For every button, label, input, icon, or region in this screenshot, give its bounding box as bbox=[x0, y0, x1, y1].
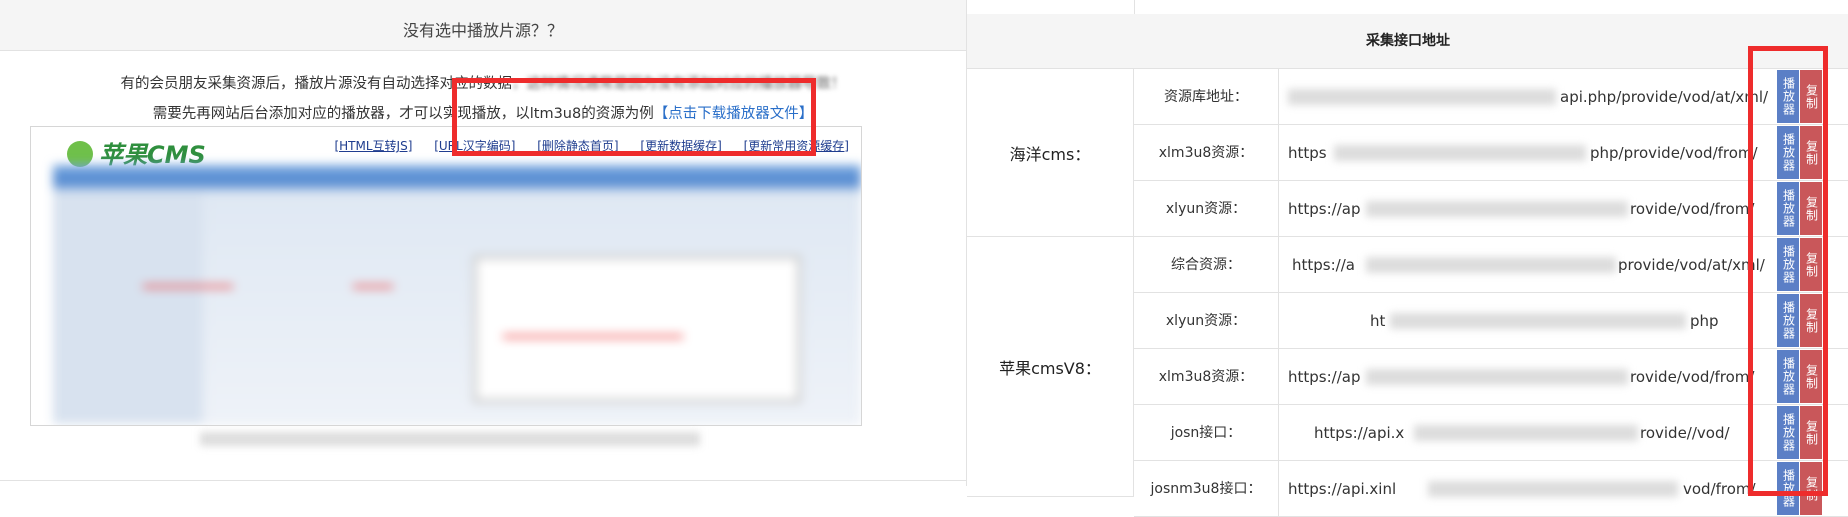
screenshot-sidebar bbox=[53, 193, 203, 423]
top-strip bbox=[967, 0, 1848, 15]
row-label: xlyun资源： bbox=[1134, 181, 1279, 236]
table-row: josnm3u8接口： https://api.xinl vod/from/ 播… bbox=[1134, 461, 1848, 517]
table-row: xlm3u8资源： https://ap rovide/vod/from/ 播放… bbox=[1134, 349, 1848, 405]
api-url: ht php bbox=[1370, 312, 1719, 330]
api-url: https php/provide/vod/from/ bbox=[1288, 144, 1758, 162]
screenshot-blurred-content bbox=[53, 165, 861, 425]
redacted-text bbox=[1414, 425, 1638, 441]
api-url: https://api.xinl vod/from/ bbox=[1288, 480, 1756, 498]
table-header: 采集接口地址 bbox=[967, 14, 1848, 69]
screenshot-link: [HTML互转JS] bbox=[334, 139, 413, 153]
row-label: xlm3u8资源： bbox=[1134, 125, 1279, 180]
row-label: 资源库地址： bbox=[1134, 69, 1279, 124]
blurred-caption bbox=[200, 432, 700, 446]
row-label: xlyun资源： bbox=[1134, 293, 1279, 348]
redacted-text bbox=[1366, 201, 1628, 217]
screenshot-dialog bbox=[473, 255, 801, 403]
table-row: 综合资源： https://a provide/vod/at/xml/ 播放器 … bbox=[1134, 237, 1848, 293]
redacted-text bbox=[1288, 89, 1556, 105]
apple-logo-icon bbox=[67, 141, 93, 167]
row-label: 综合资源： bbox=[1134, 237, 1279, 292]
api-url: https://ap rovide/vod/from/ bbox=[1288, 200, 1755, 218]
left-panel: 没有选中播放片源？？ 有的会员朋友采集资源后，播放片源没有自动选择对应的数据，这… bbox=[0, 0, 966, 486]
redacted-text bbox=[1390, 313, 1686, 329]
table-row: 资源库地址： api.php/provide/vod/at/xml/ 播放器 复… bbox=[1134, 69, 1848, 125]
screenshot-arrow bbox=[503, 335, 683, 338]
highlight-box-buttons bbox=[1748, 46, 1828, 496]
table-row: xlyun资源： https://ap rovide/vod/from/ 播放器… bbox=[1134, 181, 1848, 237]
table-row: xlm3u8资源： https php/provide/vod/from/ 播放… bbox=[1134, 125, 1848, 181]
right-panel: 采集接口地址 海洋cms： 资源库地址： api.php/provide/vod… bbox=[966, 0, 1848, 517]
table-row: josn接口： https://api.x rovide//vod/ 播放器 复… bbox=[1134, 405, 1848, 461]
group-label-applecms: 苹果cmsV8： bbox=[967, 237, 1134, 497]
highlight-box-download bbox=[452, 78, 816, 156]
api-url: https://ap rovide/vod/from/ bbox=[1288, 368, 1755, 386]
api-url: https://api.x rovide//vod/ bbox=[1314, 424, 1730, 442]
admin-screenshot-image: 苹果CMS [HTML互转JS] [URL汉字编码] [删除静态首页] [更新数… bbox=[30, 126, 862, 426]
row-label: xlm3u8资源： bbox=[1134, 349, 1279, 404]
divider bbox=[0, 480, 966, 481]
section-title: 没有选中播放片源？？ bbox=[0, 0, 966, 51]
screenshot-arrow bbox=[143, 285, 233, 288]
group-label-haiyang: 海洋cms： bbox=[967, 69, 1134, 237]
table-row: xlyun资源： ht php 播放器 复制 bbox=[1134, 293, 1848, 349]
redacted-text bbox=[1366, 257, 1616, 273]
screenshot-arrow bbox=[353, 285, 393, 288]
redacted-text bbox=[1428, 481, 1678, 497]
api-url: https://a provide/vod/at/xml/ bbox=[1292, 256, 1765, 274]
redacted-text bbox=[1334, 145, 1586, 161]
row-label: josnm3u8接口： bbox=[1134, 461, 1279, 516]
redacted-text bbox=[1366, 369, 1628, 385]
api-url: api.php/provide/vod/at/xml/ bbox=[1278, 69, 1777, 124]
row-label: josn接口： bbox=[1134, 405, 1279, 460]
